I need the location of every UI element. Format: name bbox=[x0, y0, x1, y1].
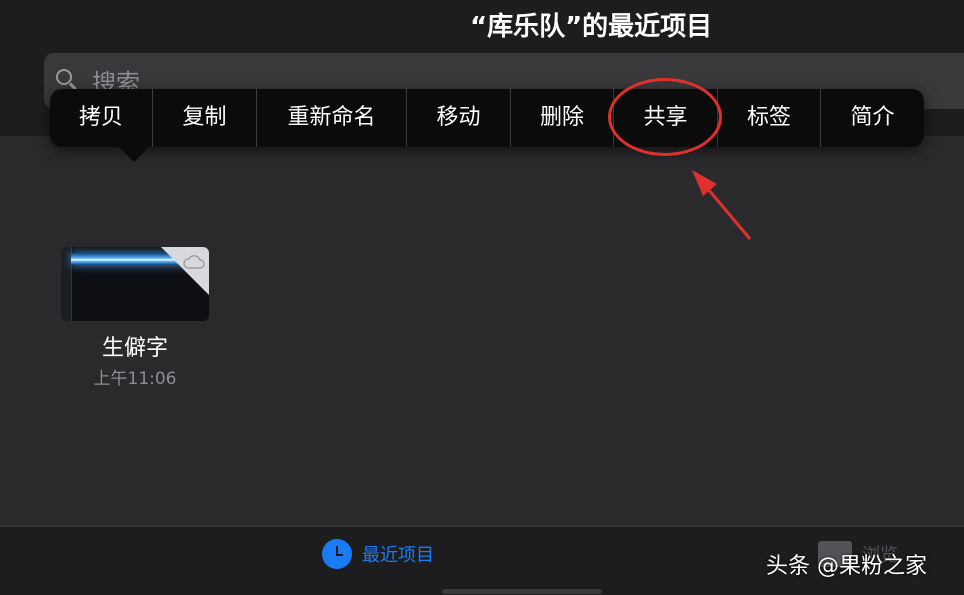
menu-item-move[interactable]: 移动 bbox=[407, 89, 511, 147]
menu-item-share[interactable]: 共享 bbox=[614, 89, 718, 147]
menu-item-copy[interactable]: 拷贝 bbox=[50, 89, 153, 147]
context-menu: 拷贝 复制 重新命名 移动 删除 共享 标签 简介 bbox=[50, 89, 924, 147]
context-menu-pointer bbox=[117, 145, 151, 162]
cloud-icon bbox=[183, 255, 205, 269]
menu-item-duplicate[interactable]: 复制 bbox=[153, 89, 257, 147]
menu-item-delete[interactable]: 删除 bbox=[511, 89, 614, 147]
page-title: “库乐队”的最近项目 bbox=[470, 12, 713, 42]
watermark: 头条 @果粉之家 bbox=[766, 554, 927, 579]
search-icon bbox=[56, 69, 72, 85]
file-name[interactable]: 生僻字 bbox=[61, 330, 209, 362]
home-indicator bbox=[442, 589, 602, 594]
clock-icon[interactable] bbox=[322, 539, 352, 569]
tab-recents[interactable]: 最近项目 bbox=[362, 541, 434, 567]
menu-item-tags[interactable]: 标签 bbox=[718, 89, 821, 147]
file-thumbnail[interactable] bbox=[61, 247, 209, 321]
menu-item-info[interactable]: 简介 bbox=[821, 89, 924, 147]
menu-item-rename[interactable]: 重新命名 bbox=[257, 89, 407, 147]
file-modified-time: 上午11:06 bbox=[93, 369, 177, 389]
